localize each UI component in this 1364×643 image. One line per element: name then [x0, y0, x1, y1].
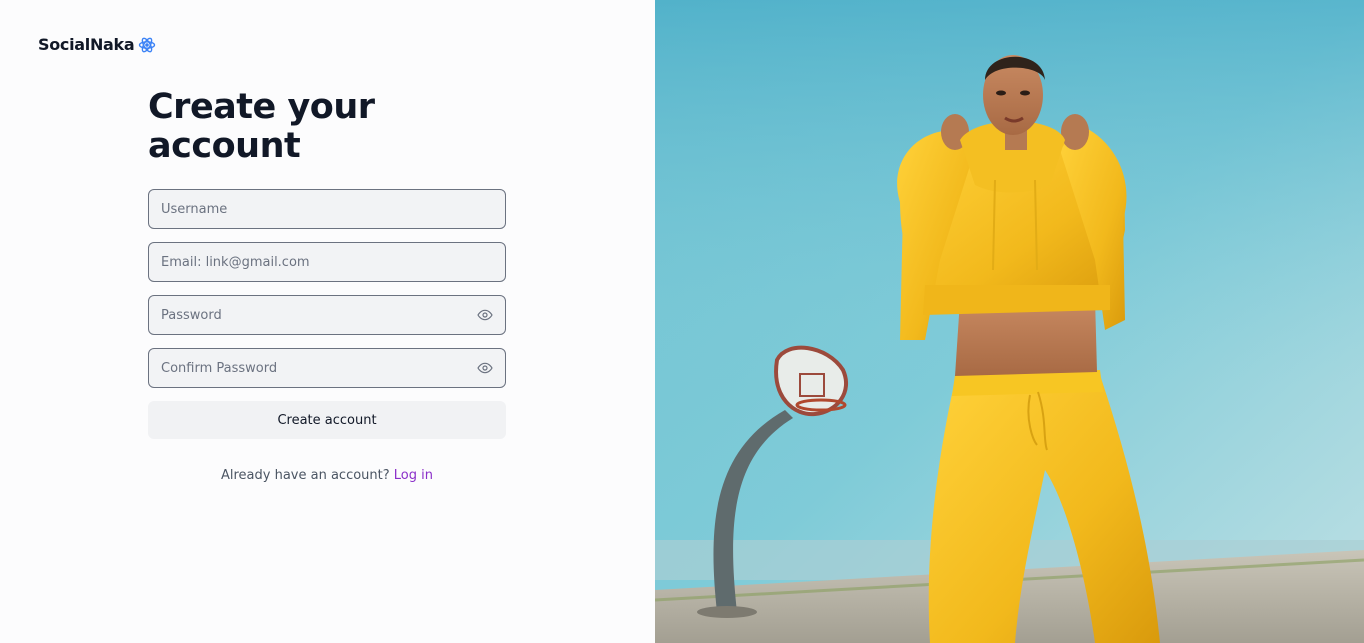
login-link[interactable]: Log in: [394, 468, 433, 483]
password-field[interactable]: [148, 295, 506, 335]
eye-icon[interactable]: [477, 360, 493, 376]
signup-page: SocialNaka Create your account Username …: [0, 0, 1364, 643]
email-field[interactable]: [148, 242, 506, 282]
brand-logo[interactable]: SocialNaka: [38, 35, 156, 54]
signup-panel: SocialNaka Create your account Username …: [0, 0, 655, 643]
confirm-password-field[interactable]: [148, 348, 506, 388]
brand-name: SocialNaka: [38, 35, 135, 54]
password-input[interactable]: [161, 296, 471, 334]
username-input[interactable]: [161, 190, 493, 228]
page-title: Create your account: [148, 87, 375, 166]
hero-image: [655, 0, 1364, 643]
create-account-button[interactable]: Create account: [148, 401, 506, 439]
signup-form: Create your account Username Email: link…: [148, 88, 506, 483]
login-prompt: Already have an account? Log in: [148, 468, 506, 483]
hero-photo: [655, 0, 1364, 643]
login-prompt-text: Already have an account?: [220, 468, 390, 483]
confirm-password-input[interactable]: [161, 349, 471, 387]
eye-icon[interactable]: [477, 307, 493, 323]
username-field[interactable]: [148, 189, 506, 229]
atom-icon: [139, 37, 156, 52]
email-input[interactable]: [161, 243, 493, 281]
